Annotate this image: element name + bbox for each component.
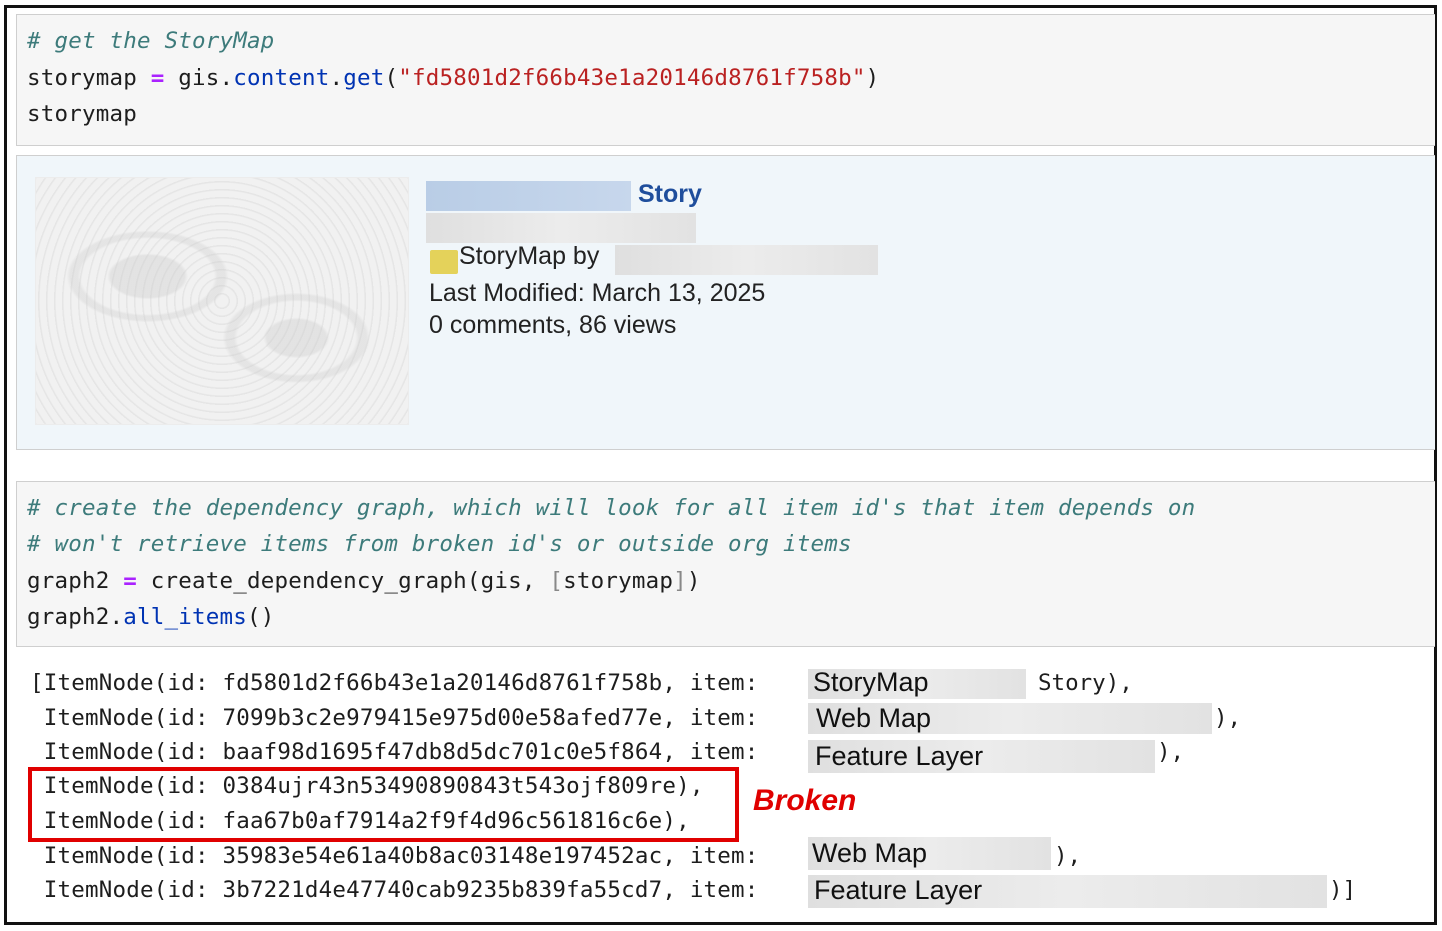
- item-card-output: Story StoryMap by Last Modified: March 1…: [16, 155, 1435, 450]
- item-type-owner: StoryMap by: [459, 242, 600, 270]
- output-row-3: ItemNode(id: baaf98d1695f47db8d5dc701c0e…: [30, 739, 773, 765]
- output-row-7: ItemNode(id: 3b7221d4e47740cab9235b839fa…: [30, 877, 773, 903]
- item-stats: 0 comments, 86 views: [429, 311, 677, 339]
- item-type-label: Web Map: [812, 838, 928, 868]
- item-title-link[interactable]: Story: [638, 180, 702, 209]
- code-line-create-graph: graph2 = create_dependency_graph(gis, [s…: [27, 568, 701, 594]
- item-type-label: Web Map: [816, 703, 932, 733]
- row-tail: Story),: [1038, 670, 1133, 696]
- output-row-1: [ItemNode(id: fd5801d2f66b43e1a20146d876…: [30, 670, 773, 696]
- item-type-label: StoryMap: [813, 667, 929, 697]
- redacted-snippet: [426, 213, 696, 243]
- code-comment: # get the StoryMap: [27, 28, 275, 54]
- row-tail: )]: [1329, 877, 1357, 903]
- item-type-label: Feature Layer: [815, 741, 984, 771]
- broken-highlight-box: [28, 767, 739, 842]
- last-modified: Last Modified: March 13, 2025: [429, 279, 766, 307]
- redacted-owner: [615, 245, 878, 275]
- code-comment-2: # won't retrieve items from broken id's …: [27, 531, 852, 557]
- output-row-6: ItemNode(id: 35983e54e61a40b8ac03148e197…: [30, 843, 773, 869]
- storymap-type-icon: [430, 250, 458, 274]
- row-tail: ),: [1157, 739, 1185, 765]
- broken-annotation-label: Broken: [753, 784, 857, 817]
- code-comment-1: # create the dependency graph, which wil…: [27, 495, 1196, 521]
- row-tail: ),: [1054, 843, 1082, 869]
- code-line-storymap: storymap: [27, 101, 137, 127]
- output-row-2: ItemNode(id: 7099b3c2e979415e975d00e58af…: [30, 705, 773, 731]
- code-cell-dependency-graph[interactable]: # create the dependency graph, which wil…: [16, 481, 1435, 647]
- row-tail: ),: [1214, 705, 1242, 731]
- item-thumbnail[interactable]: [35, 177, 409, 425]
- redacted-title: [426, 181, 631, 211]
- code-line-get: storymap = gis.content.get("fd5801d2f66b…: [27, 65, 880, 91]
- code-line-all-items: graph2.all_items(): [27, 604, 275, 630]
- code-cell-get-storymap[interactable]: # get the StoryMap storymap = gis.conten…: [16, 14, 1435, 146]
- item-type-label: Feature Layer: [814, 875, 983, 905]
